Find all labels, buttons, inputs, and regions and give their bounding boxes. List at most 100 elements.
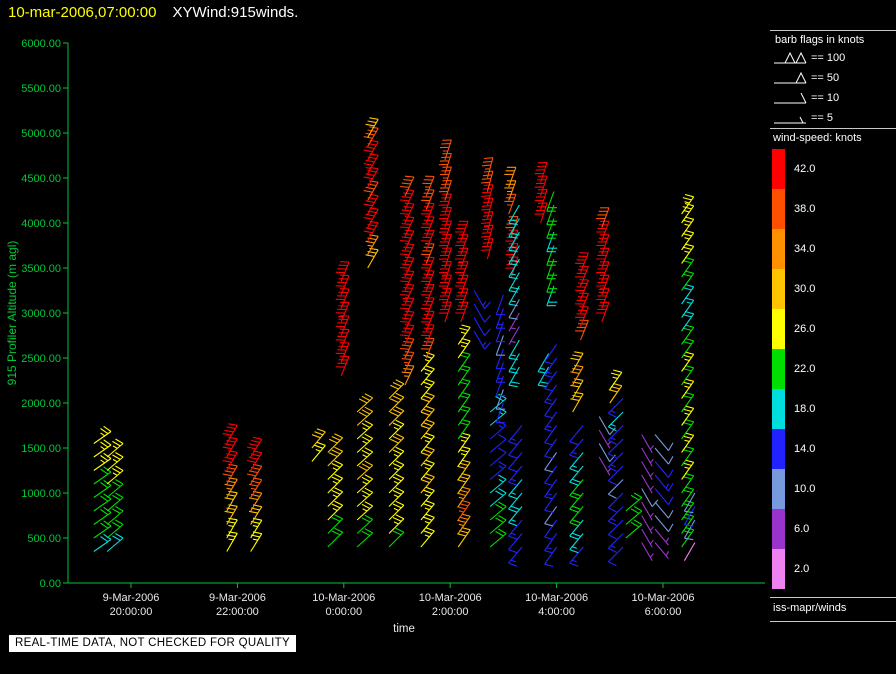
wind-barb xyxy=(473,330,491,350)
barb-flag-legend: == 100 == 50 == 10 == 5 xyxy=(772,48,845,128)
colorbar-label: 34.0 xyxy=(794,243,816,255)
colorbar-row: 22.0 xyxy=(772,349,815,389)
wind-barb xyxy=(222,450,238,471)
colorbar-label: 22.0 xyxy=(794,363,816,375)
colorbar-segment xyxy=(772,429,785,469)
barb-flag-row-5: == 5 xyxy=(772,108,845,128)
wind-barb xyxy=(246,463,263,485)
x-tick-label: 10-Mar-2006 xyxy=(632,592,695,604)
colorbar-row: 14.0 xyxy=(772,429,815,469)
separator xyxy=(770,30,896,31)
y-tick-label: 6000.00 xyxy=(21,38,61,50)
barb-flag-label: == 50 xyxy=(811,72,840,84)
wind-barb xyxy=(654,542,670,559)
barb-legend-title: barb flags in knots xyxy=(775,34,865,46)
colorbar-segment xyxy=(772,349,785,389)
wind-barb xyxy=(609,369,623,390)
wind-barb xyxy=(598,443,616,463)
y-tick-label: 1000.00 xyxy=(21,488,61,500)
wind-barb xyxy=(363,139,379,161)
wind-barb xyxy=(654,528,670,546)
x-axis: 9-Mar-2006 20:00:00 9-Mar-2006 22:00:00 10-M… xyxy=(68,582,765,635)
colorbar-label: 10.0 xyxy=(794,483,816,495)
wind-barb xyxy=(93,439,112,458)
colorbar-segment xyxy=(772,149,785,189)
wind-barb xyxy=(222,423,238,444)
wind-barb xyxy=(608,382,623,404)
wind-barb xyxy=(654,515,674,532)
colorbar-segment xyxy=(772,269,785,309)
colorbar-segment xyxy=(772,469,785,509)
wind-barb xyxy=(683,542,696,561)
wind-barb xyxy=(248,490,263,512)
wind-barb xyxy=(654,434,674,451)
barb-flag-label: == 5 xyxy=(811,112,834,124)
wind-barb xyxy=(654,461,674,478)
wind-barb xyxy=(457,499,471,521)
colorbar-label: 18.0 xyxy=(794,403,816,415)
colorbar-label: 14.0 xyxy=(794,443,816,455)
wind-barb xyxy=(363,180,379,201)
barb-flag-5-icon xyxy=(774,116,806,124)
wind-barb xyxy=(93,425,112,444)
wind-barb xyxy=(473,303,491,323)
wind-barb xyxy=(473,317,491,337)
barb-flag-row-100: == 100 xyxy=(772,48,845,68)
x-tick-label: 9-Mar-2006 xyxy=(209,592,266,604)
legend-panel: barb flags in knots == 100 == 50 == 10 =… xyxy=(770,0,896,674)
colorbar-segment xyxy=(772,309,785,349)
barb-flag-10-icon xyxy=(774,92,807,104)
x-tick-label: 10-Mar-2006 xyxy=(419,592,482,604)
speed-scale-title: wind-speed: knots xyxy=(773,132,862,144)
colorbar-row: 18.0 xyxy=(772,389,815,429)
separator xyxy=(770,597,896,598)
colorbar-segment xyxy=(772,389,785,429)
barb-flag-50-icon xyxy=(774,71,807,84)
wind-barb xyxy=(654,501,674,519)
wind-barb xyxy=(457,472,471,494)
colorbar-segment xyxy=(772,229,785,269)
colorbar-label: 26.0 xyxy=(794,323,816,335)
x-tick-label: 4:00:00 xyxy=(538,606,575,618)
y-tick-label: 0.00 xyxy=(40,578,61,590)
wind-barb xyxy=(641,488,659,508)
colorbar-row: 34.0 xyxy=(772,229,815,269)
wind-barbs xyxy=(93,117,696,568)
y-tick-label: 5000.00 xyxy=(21,128,61,140)
quality-notice: REAL-TIME DATA, NOT CHECKED FOR QUALITY xyxy=(9,635,296,652)
x-tick-label: 22:00:00 xyxy=(216,606,259,618)
separator xyxy=(770,621,896,622)
wind-barb xyxy=(248,504,263,525)
x-tick-label: 9-Mar-2006 xyxy=(103,592,160,604)
wind-barb xyxy=(681,202,695,224)
y-tick-label: 5500.00 xyxy=(21,83,61,95)
wind-barb xyxy=(654,447,674,465)
wind-barb xyxy=(495,294,506,316)
wind-barb xyxy=(222,436,238,458)
x-tick-label: 10-Mar-2006 xyxy=(312,592,375,604)
colorbar-label: 6.0 xyxy=(794,523,810,535)
y-axis-title: 915 Profiler Altitude (m agl) xyxy=(5,241,19,386)
data-source-label: iss-mapr/winds xyxy=(773,602,847,614)
wind-barb xyxy=(248,477,263,498)
y-tick-label: 4000.00 xyxy=(21,218,61,230)
x-axis-title: time xyxy=(393,623,415,635)
wind-barb xyxy=(546,191,558,212)
wind-barb xyxy=(365,247,379,269)
colorbar-row: 38.0 xyxy=(772,189,815,229)
colorbar-row: 30.0 xyxy=(772,269,815,309)
wind-barb xyxy=(654,474,674,492)
colorbar-segment xyxy=(772,509,785,549)
y-tick-label: 4500.00 xyxy=(21,173,61,185)
wind-barb xyxy=(246,436,263,458)
wind-barb xyxy=(641,542,654,561)
wind-barb xyxy=(363,193,379,215)
colorbar-row: 42.0 xyxy=(772,149,815,189)
separator xyxy=(770,128,896,129)
colorbar-label: 30.0 xyxy=(794,283,816,295)
wind-barb xyxy=(457,486,471,507)
colorbar-segment xyxy=(772,549,785,589)
x-tick-label: 2:00:00 xyxy=(432,606,469,618)
x-tick-label: 6:00:00 xyxy=(645,606,682,618)
x-tick-label: 0:00:00 xyxy=(325,606,362,618)
